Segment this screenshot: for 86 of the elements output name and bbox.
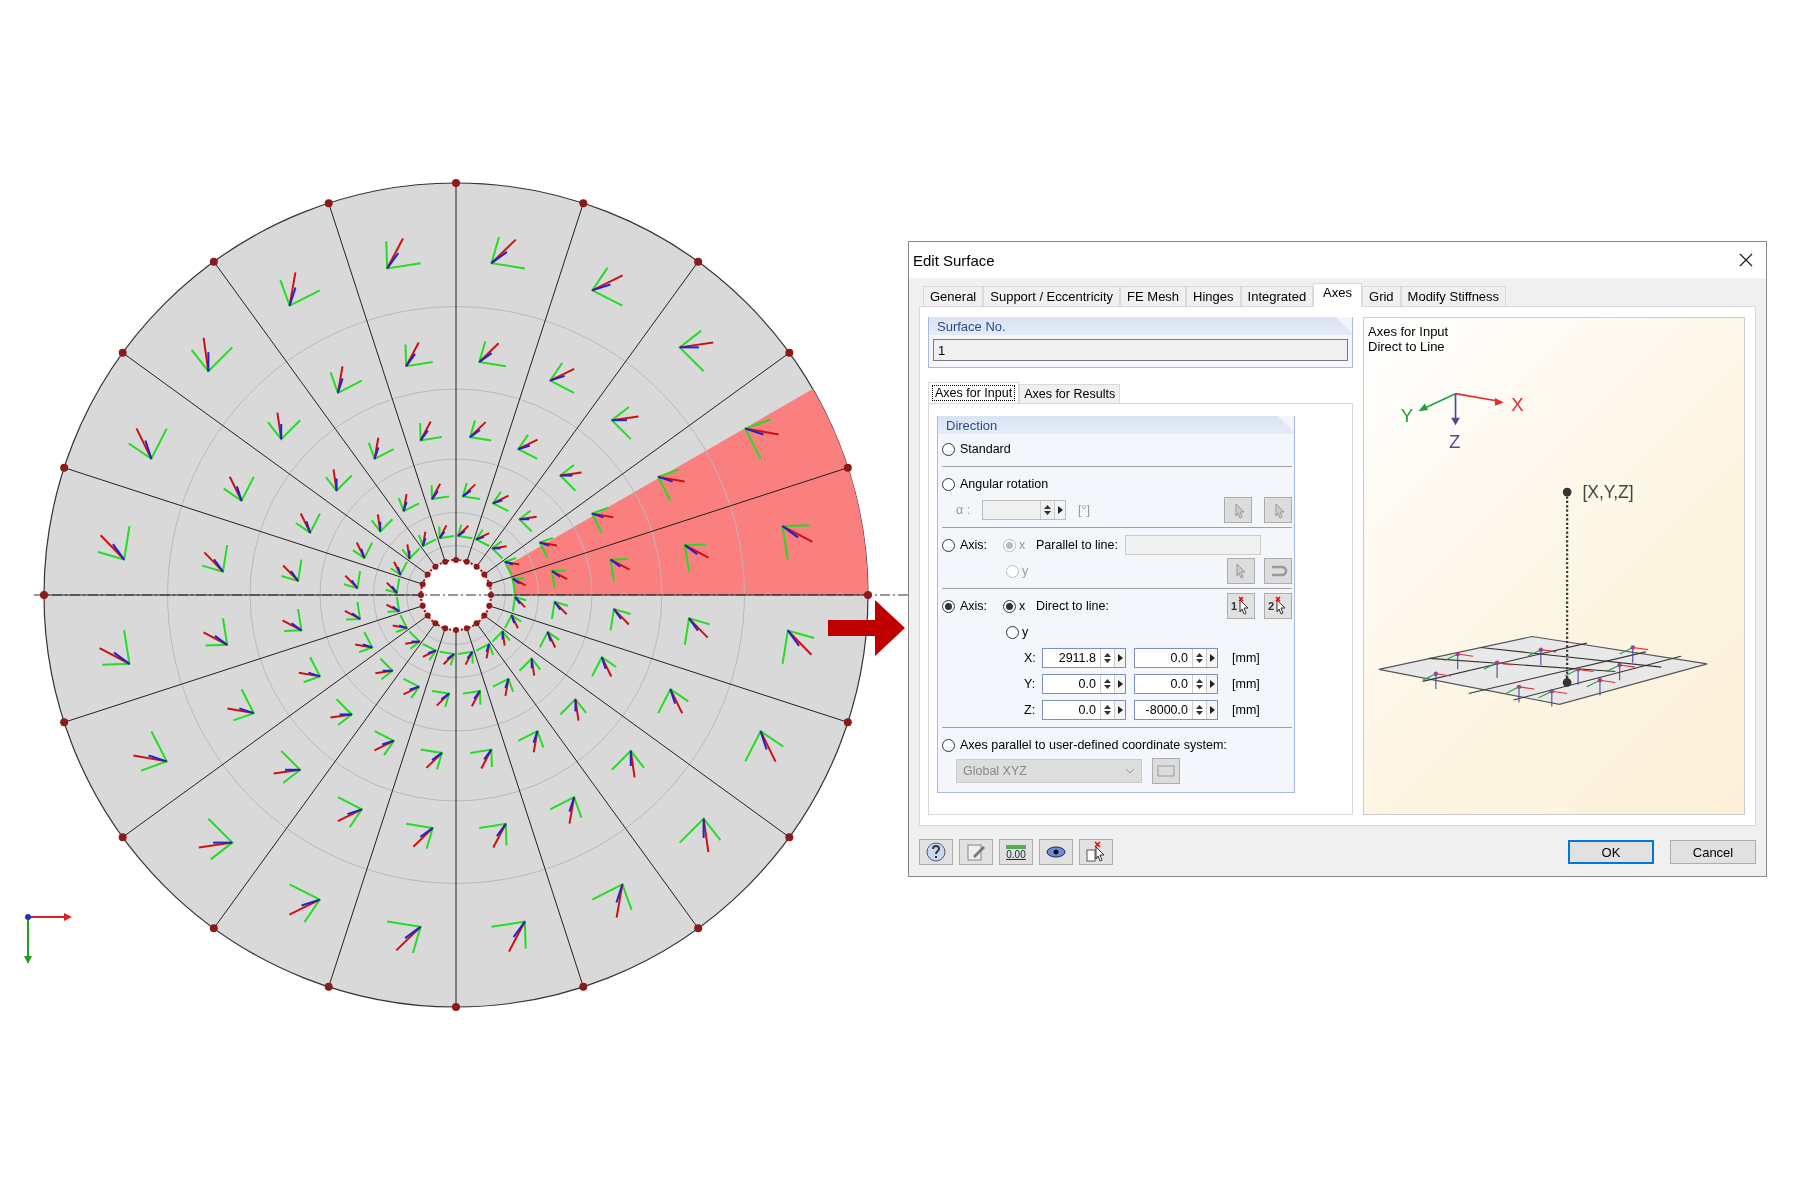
tab[interactable]: Modify Stiffness xyxy=(1400,286,1507,306)
caret-right-icon[interactable] xyxy=(1209,654,1215,662)
help-button[interactable] xyxy=(919,839,953,865)
tab[interactable]: General xyxy=(923,286,984,306)
axis-label: X xyxy=(1511,394,1524,416)
coordinate-field[interactable]: 0.0 xyxy=(1134,674,1218,694)
unit-label: [°] xyxy=(1078,503,1090,517)
unit-label: [mm] xyxy=(1232,703,1260,717)
tab[interactable]: Integrated xyxy=(1240,286,1314,306)
coordinate-field[interactable]: -8000.0 xyxy=(1134,700,1218,720)
coordinate-label: X: xyxy=(1024,651,1034,665)
angle-label: α : xyxy=(956,503,972,517)
spinner-icon[interactable] xyxy=(1043,503,1052,517)
eye-icon xyxy=(1045,844,1067,860)
subtab[interactable]: Axes for Results xyxy=(1019,384,1121,403)
radio-button[interactable] xyxy=(942,442,955,456)
tab[interactable]: Support / Eccentricity xyxy=(983,286,1121,306)
line-label: Parallel to line: xyxy=(1036,538,1118,552)
group-title: Surface No. xyxy=(937,318,1006,334)
close-icon xyxy=(1739,253,1753,267)
axis-label: Y xyxy=(1400,405,1414,427)
tab[interactable]: FE Mesh xyxy=(1120,286,1187,306)
line-field[interactable] xyxy=(1125,535,1261,555)
spinner-icon[interactable] xyxy=(1103,651,1112,665)
spinner-icon[interactable] xyxy=(1195,703,1204,717)
surface-number-field[interactable]: 1 xyxy=(933,339,1348,361)
help-icon xyxy=(925,841,947,863)
cursor-icon xyxy=(1085,841,1107,863)
axis-label: Z xyxy=(1448,431,1461,453)
pick-node-button[interactable]: 2 xyxy=(1264,593,1292,619)
axis-label: y xyxy=(1022,625,1030,639)
coordinate-field[interactable]: 0.0 xyxy=(1042,700,1126,720)
dialog-button[interactable]: Cancel xyxy=(1670,840,1756,864)
option-label: Axis: xyxy=(960,538,989,552)
caret-right-icon[interactable] xyxy=(1209,706,1215,714)
spinner-icon[interactable] xyxy=(1103,677,1112,691)
coordinate-field[interactable]: 2911.8 xyxy=(1042,648,1126,668)
coordinate-field[interactable]: 0.0 xyxy=(1134,648,1218,668)
preview-caption: Axes for Input xyxy=(1368,324,1450,339)
unit-label: [mm] xyxy=(1232,651,1260,665)
chevron-down-icon xyxy=(1125,768,1135,774)
group-title: Direction xyxy=(946,417,998,433)
axis-label: y xyxy=(1022,564,1030,578)
option-label: Angular rotation xyxy=(960,477,1049,491)
tab[interactable]: Grid xyxy=(1362,286,1401,306)
coordinate-label: Y: xyxy=(1024,677,1034,691)
radio-button[interactable] xyxy=(942,738,955,752)
preview-caption: Direct to Line xyxy=(1368,339,1446,354)
ruler-icon xyxy=(1006,844,1026,849)
spinner-icon[interactable] xyxy=(1195,651,1204,665)
caret-right-icon[interactable] xyxy=(1209,680,1215,688)
caret-right-icon[interactable] xyxy=(1057,506,1063,514)
point-label: [X,Y,Z] xyxy=(1582,481,1634,502)
coordinate-label: Z: xyxy=(1024,703,1034,717)
caret-right-icon[interactable] xyxy=(1117,680,1123,688)
pick-node-button[interactable]: 1 xyxy=(1227,593,1255,619)
radio-button[interactable] xyxy=(1003,599,1016,613)
pick-button[interactable] xyxy=(1079,839,1113,865)
radio-button[interactable] xyxy=(942,599,955,613)
option-label: Axes parallel to user-defined coordinate system: xyxy=(960,738,1227,752)
tab[interactable]: Hinges xyxy=(1186,286,1241,306)
option-label: Standard xyxy=(960,442,1011,456)
edit-button[interactable] xyxy=(959,839,993,865)
coordinate-field[interactable]: 0.0 xyxy=(1042,674,1126,694)
tab[interactable]: Axes xyxy=(1313,283,1362,307)
axis-label: x xyxy=(1019,538,1027,552)
spinner-icon[interactable] xyxy=(1195,677,1204,691)
coordinate-axes-icon xyxy=(24,913,72,964)
radio-button[interactable] xyxy=(942,538,955,552)
dialog-button[interactable]: OK xyxy=(1568,840,1654,864)
edit-icon xyxy=(965,841,987,863)
radio-button[interactable] xyxy=(942,477,955,491)
axis-label: x xyxy=(1019,599,1027,613)
view-button[interactable] xyxy=(1039,839,1073,865)
window-title: Edit Surface xyxy=(913,251,996,269)
caret-right-icon[interactable] xyxy=(1117,706,1123,714)
unit-label: [mm] xyxy=(1232,677,1260,691)
caret-right-icon[interactable] xyxy=(1117,654,1123,662)
line-label: Direct to line: xyxy=(1036,599,1109,613)
option-label: Axis: xyxy=(960,599,989,613)
radio-button[interactable] xyxy=(1006,625,1019,639)
subtab[interactable]: Axes for Input xyxy=(928,382,1020,403)
angle-field[interactable] xyxy=(982,500,1066,520)
spinner-icon[interactable] xyxy=(1103,703,1112,717)
window-icon xyxy=(1157,764,1175,778)
units-button[interactable]: 0.00 xyxy=(999,839,1033,865)
